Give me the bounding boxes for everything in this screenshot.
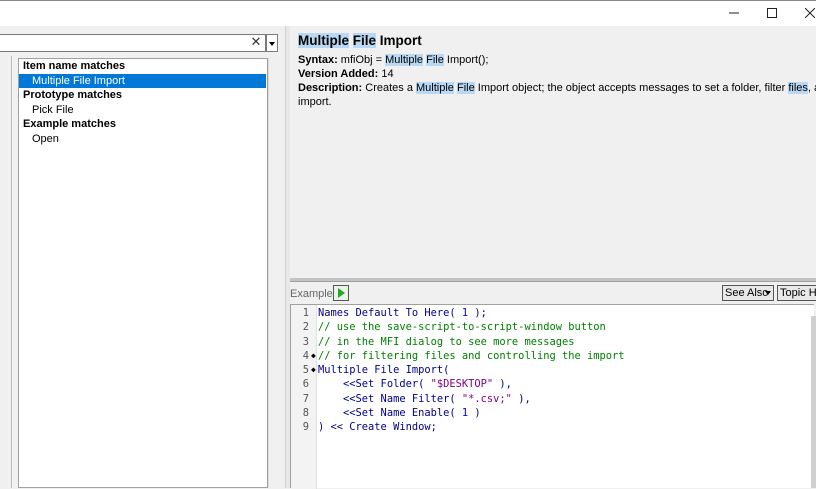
code-line: 7 <<Set Name Filter( "*.csv;" ),: [291, 392, 815, 406]
documentation-panel: Multiple File Import Syntax: mfiObj = Mu…: [290, 26, 816, 278]
code-text: // use the save-script-to-script-window …: [318, 320, 606, 334]
code-token: <<Set Folder(: [318, 378, 431, 391]
title-bar-border: [0, 0, 816, 1]
description-line: Description: Creates a Multiple File Imp…: [298, 82, 816, 94]
code-lines: 1 Names Default To Here( 1 ); 2 // use the …: [291, 306, 815, 435]
line-number: 8: [302, 407, 309, 420]
topic-title: Multiple File Import: [298, 33, 422, 48]
code-token: // for filtering files and controlling t…: [318, 349, 625, 362]
code-token: // use the save-script-to-script-window …: [318, 321, 606, 334]
code-text: Names Default To Here( 1 );: [318, 306, 487, 320]
line-number: 6: [302, 378, 309, 391]
code-token: ): [468, 407, 481, 420]
code-token: ),: [511, 392, 531, 405]
result-item-pick-file[interactable]: Pick File: [19, 103, 267, 118]
line-number: 4: [302, 349, 309, 362]
clear-search-icon[interactable]: ✕: [248, 35, 264, 51]
results-group-header: Prototype matches: [23, 89, 123, 101]
minimize-icon: [729, 12, 739, 14]
code-line: 4 ◆// for filtering files and controlling…: [291, 349, 815, 363]
code-line: 5 ◆ Multiple File Import(: [291, 363, 815, 377]
close-icon: [805, 8, 815, 18]
code-token: );: [468, 307, 487, 319]
results-group-header: Item name matches: [23, 60, 126, 72]
code-token: "*.csv;": [461, 392, 512, 405]
result-item-open[interactable]: Open: [19, 132, 267, 147]
chevron-down-icon: [765, 291, 771, 295]
code-line: 8 <<Set Name Enable( 1 ): [291, 406, 815, 420]
code-line: 9 ) << Create Window;: [291, 420, 815, 434]
fold-marker-icon[interactable]: ◆: [311, 363, 316, 377]
left-edge-panel: [0, 56, 12, 488]
right-pane: Multiple File Import Syntax: mfiObj = Mu…: [290, 26, 816, 489]
code-line: 3 // in the MFI dialog to see more messag…: [291, 335, 815, 349]
fold-marker-icon[interactable]: ◆: [311, 349, 316, 363]
code-line: 1 Names Default To Here( 1 );: [291, 306, 815, 320]
maximize-button[interactable]: [752, 2, 792, 24]
code-text: ) << Create Window;: [318, 420, 437, 434]
line-number: 1: [302, 307, 309, 319]
line-number: 9: [302, 421, 309, 434]
code-token: ),: [493, 378, 512, 391]
results-scrollbar[interactable]: [268, 58, 282, 488]
code-token: Names Default To Here(: [318, 307, 462, 319]
see-also-dropdown[interactable]: See Also: [722, 285, 774, 301]
search-input[interactable]: ✕: [0, 34, 266, 52]
syntax-line: Syntax: mfiObj = Multiple File Import();: [298, 54, 489, 66]
code-token: Multiple File Import(: [318, 364, 450, 377]
code-token: // in the MFI dialog to see more message…: [318, 335, 575, 348]
editor-scrollbar[interactable]: [811, 316, 816, 488]
topic-help-button[interactable]: Topic He: [777, 285, 816, 301]
code-line: 2 // use the save-script-to-script-window…: [291, 320, 815, 334]
description-line-2: import.: [298, 96, 332, 108]
code-text: // for filtering files and controlling t…: [318, 349, 625, 363]
left-pane: ✕ Item name matches Multiple File Import…: [0, 26, 285, 488]
close-button[interactable]: [790, 2, 816, 24]
example-toolbar: Example See Also Topic He: [290, 282, 816, 304]
code-text: <<Set Name Enable( 1 ): [318, 406, 481, 420]
version-line: Version Added: 14: [298, 68, 394, 80]
code-token: <<Set Name Filter(: [318, 392, 462, 405]
example-label: Example: [290, 288, 333, 300]
code-text: // in the MFI dialog to see more message…: [318, 335, 574, 349]
title-bar: [0, 0, 816, 26]
code-token: ) << Create Window;: [318, 421, 437, 434]
maximize-icon: [767, 8, 777, 18]
code-text: Multiple File Import(: [318, 363, 449, 377]
result-item-multiple-file-import[interactable]: Multiple File Import: [19, 73, 266, 88]
line-number: 5: [302, 364, 309, 377]
line-number: 7: [302, 392, 309, 405]
search-history-dropdown[interactable]: [266, 34, 278, 52]
code-text: <<Set Name Filter( "*.csv;" ),: [318, 392, 531, 406]
code-line: 6 <<Set Folder( "$DESKTOP" ),: [291, 377, 815, 391]
code-token: "$DESKTOP": [430, 378, 494, 391]
line-number: 2: [302, 321, 309, 334]
line-number: 3: [302, 335, 309, 348]
example-code-editor[interactable]: 1 Names Default To Here( 1 ); 2 // use the …: [290, 304, 815, 489]
code-token: <<Set Name Enable(: [318, 407, 462, 420]
results-group-header: Example matches: [23, 118, 116, 130]
search-results-list[interactable]: Item name matches Multiple File Import P…: [18, 58, 268, 488]
run-example-button[interactable]: [333, 285, 349, 301]
minimize-button[interactable]: [714, 2, 754, 24]
code-text: <<Set Folder( "$DESKTOP" ),: [318, 377, 512, 391]
